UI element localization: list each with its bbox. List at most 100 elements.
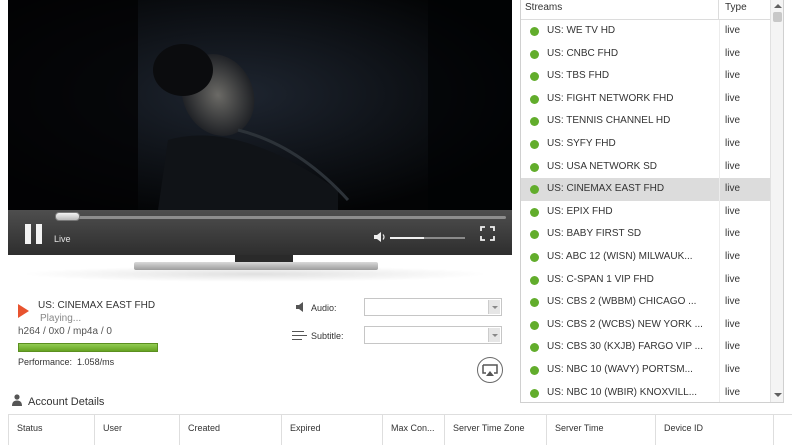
performance-bar <box>18 343 158 352</box>
live-status-dot-icon <box>530 320 539 330</box>
streams-scrollbar[interactable] <box>770 0 783 402</box>
live-status-dot-icon <box>530 139 539 149</box>
col-server-time[interactable]: Server Time <box>547 415 656 445</box>
stream-name: US: FIGHT NETWORK FHD <box>547 92 674 104</box>
stream-row[interactable]: US: CBS 2 (WCBS) NEW YORK ... live <box>521 313 770 337</box>
fullscreen-icon[interactable] <box>480 226 495 241</box>
stream-name: US: ABC 12 (WISN) MILWAUK... <box>547 250 693 262</box>
stream-name: US: BABY FIRST SD <box>547 228 642 240</box>
stream-name: US: TENNIS CHANNEL HD <box>547 115 671 127</box>
live-status-dot-icon <box>530 252 539 262</box>
stream-type: live <box>725 341 741 353</box>
stream-type: live <box>725 363 741 375</box>
stream-type: live <box>725 296 741 308</box>
stream-type: live <box>725 160 741 172</box>
col-max-connections[interactable]: Max Con... <box>383 415 445 445</box>
stream-row[interactable]: US: TBS FHD live <box>521 65 770 88</box>
pause-icon <box>25 224 31 244</box>
stream-row[interactable]: US: ABC 12 (WISN) MILWAUK... live <box>521 245 770 269</box>
app-root: Live US: CINEMAX EAST FHD Playing... h26… <box>0 0 800 445</box>
stream-type: live <box>725 70 741 82</box>
stream-row[interactable]: US: BABY FIRST SD live <box>521 223 770 246</box>
subtitle-label: Subtitle: <box>311 331 344 341</box>
stream-row[interactable]: US: TENNIS CHANNEL HD live <box>521 110 770 133</box>
volume-icon[interactable] <box>373 231 387 243</box>
streams-header: Streams Type <box>521 0 770 20</box>
scroll-thumb[interactable] <box>773 12 782 22</box>
stream-name: US: CBS 30 (KXJB) FARGO VIP ... <box>547 341 703 353</box>
stream-row[interactable]: US: FIGHT NETWORK FHD live <box>521 87 770 111</box>
stream-name: US: CINEMAX EAST FHD <box>547 183 665 195</box>
live-status-dot-icon <box>530 185 539 195</box>
live-status-dot-icon <box>530 162 539 172</box>
col-streams[interactable]: Streams <box>521 0 719 20</box>
stream-row[interactable]: US: NBC 10 (WBIR) KNOXVILL... live <box>521 381 770 402</box>
seek-bar[interactable] <box>56 216 506 219</box>
stream-type: live <box>725 273 741 285</box>
stream-name: US: CNBC FHD <box>547 47 619 59</box>
chevron-down-icon <box>488 328 500 342</box>
account-details-title: Account Details <box>28 396 105 408</box>
live-status-dot-icon <box>530 27 539 36</box>
stream-type: live <box>725 92 741 104</box>
user-icon <box>12 394 22 406</box>
stream-type: live <box>725 47 741 59</box>
play-icon <box>18 304 29 318</box>
stream-name: US: EPIX FHD <box>547 205 613 217</box>
streams-rows: US: WE TV HD live US: CNBC FHD live US: TBS … <box>521 20 770 402</box>
col-created[interactable]: Created <box>180 415 282 445</box>
video-still <box>8 0 512 210</box>
stream-name: US: CBS 2 (WBBM) CHICAGO ... <box>547 296 697 308</box>
stream-name: US: NBC 10 (WBIR) KNOXVILL... <box>547 386 698 398</box>
cast-icon <box>482 364 498 376</box>
stream-name: US: SYFY FHD <box>547 137 616 149</box>
chevron-down-icon[interactable] <box>774 393 782 397</box>
subtitle-select[interactable] <box>364 326 502 344</box>
live-status-dot-icon <box>530 230 539 240</box>
chevron-up-icon[interactable] <box>774 4 782 8</box>
audio-select[interactable] <box>364 298 502 316</box>
cast-button[interactable] <box>477 357 503 383</box>
stream-row[interactable]: US: USA NETWORK SD live <box>521 155 770 179</box>
col-server-time-zone[interactable]: Server Time Zone <box>445 415 547 445</box>
stream-row[interactable]: US: CINEMAX EAST FHD live <box>521 178 770 201</box>
stream-type: live <box>725 205 741 217</box>
subtitle-icon <box>292 330 307 340</box>
volume-fill <box>390 237 424 239</box>
col-device-id[interactable]: Device ID <box>656 415 774 445</box>
stream-row[interactable]: US: CNBC FHD live <box>521 42 770 66</box>
stream-type: live <box>725 228 741 240</box>
stream-row[interactable]: US: C-SPAN 1 VIP FHD live <box>521 268 770 292</box>
live-status-dot-icon <box>530 117 539 127</box>
stream-type: live <box>725 250 741 262</box>
live-status-dot-icon <box>530 365 539 375</box>
col-type[interactable]: Type <box>720 0 770 20</box>
stream-row[interactable]: US: WE TV HD live <box>521 20 770 43</box>
seek-handle[interactable] <box>55 212 80 221</box>
stream-row[interactable]: US: EPIX FHD live <box>521 200 770 224</box>
live-status-dot-icon <box>530 388 539 398</box>
live-status-dot-icon <box>530 207 539 217</box>
stream-row[interactable]: US: CBS 2 (WBBM) CHICAGO ... live <box>521 291 770 314</box>
stream-row[interactable]: US: SYFY FHD live <box>521 132 770 156</box>
col-user[interactable]: User <box>95 415 180 445</box>
live-status-dot-icon <box>530 298 539 308</box>
live-status-dot-icon <box>530 275 539 285</box>
stream-name: US: WE TV HD <box>547 25 616 36</box>
col-expired[interactable]: Expired <box>282 415 383 445</box>
video-player: Live <box>8 0 512 263</box>
volume-slider[interactable] <box>390 237 465 239</box>
col-status[interactable]: Status <box>9 415 95 445</box>
live-status-dot-icon <box>530 72 539 82</box>
stream-name: US: C-SPAN 1 VIP FHD <box>547 273 654 285</box>
stream-name: US: NBC 10 (WAVY) PORTSM... <box>547 363 693 375</box>
stream-type: live <box>725 318 741 330</box>
player-controls: Live <box>8 210 512 255</box>
video-frame[interactable] <box>8 0 512 210</box>
pause-button[interactable] <box>25 224 42 244</box>
stream-type: live <box>725 183 741 195</box>
account-table: Status User Created Expired Max Con... S… <box>8 414 792 445</box>
now-playing-codec: h264 / 0x0 / mp4a / 0 <box>18 326 112 337</box>
stream-row[interactable]: US: NBC 10 (WAVY) PORTSM... live <box>521 358 770 382</box>
stream-row[interactable]: US: CBS 30 (KXJB) FARGO VIP ... live <box>521 336 770 359</box>
